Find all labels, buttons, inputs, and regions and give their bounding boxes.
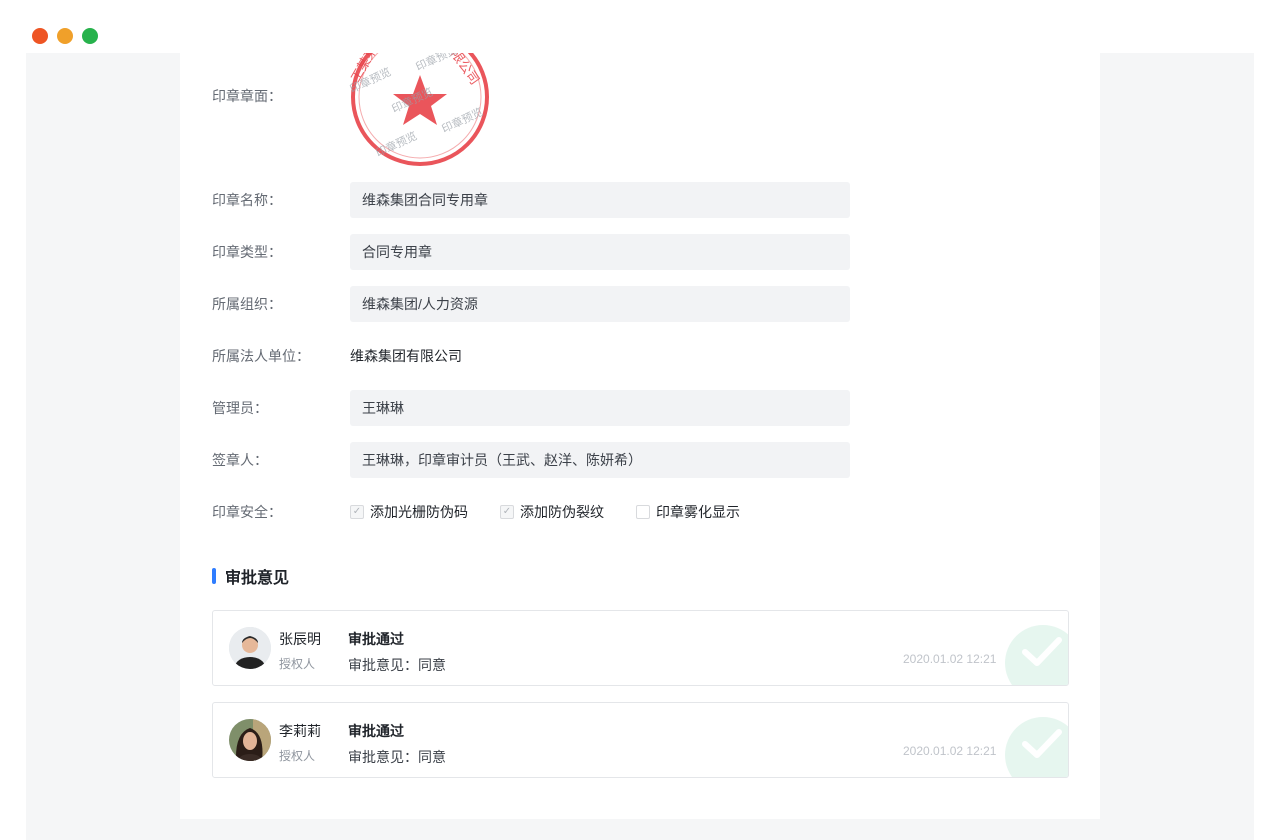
- approver-name: 李莉莉: [279, 723, 321, 739]
- approval-opinion: 审批意见：同意: [348, 749, 446, 765]
- seal-type-field[interactable]: 合同专用章: [350, 234, 850, 270]
- approver-info: 李莉莉 授权人: [279, 721, 321, 764]
- approved-check-icon: [1005, 717, 1068, 777]
- approval-item: 李莉莉 授权人 审批通过 审批意见：同意 2020.01.02 12:21: [212, 702, 1069, 778]
- signers-row: 签章人： 王琳琳，印章审计员（王武、赵洋、陈妍希）: [212, 442, 850, 478]
- approved-check-icon: [1005, 625, 1068, 685]
- legal-unit-value: 维森集团有限公司: [350, 348, 462, 364]
- security-options: ✓ 添加光栅防伪码 ✓ 添加防伪裂纹 印章雾化显示: [350, 502, 740, 522]
- admin-label: 管理员：: [212, 400, 268, 416]
- anti-crack-checkbox[interactable]: ✓ 添加防伪裂纹: [500, 502, 604, 522]
- approval-status: 审批通过: [348, 631, 404, 647]
- approval-result: 审批通过 审批意见：同意: [348, 721, 446, 767]
- grating-code-checkbox[interactable]: ✓ 添加光栅防伪码: [350, 502, 468, 522]
- avatar: [229, 627, 271, 669]
- seal-face-label: 印章章面：: [212, 88, 282, 104]
- minimize-window-button[interactable]: [57, 28, 73, 44]
- svg-text:印章预览: 印章预览: [413, 53, 459, 74]
- approval-opinion: 审批意见：同意: [348, 657, 446, 673]
- grating-code-label: 添加光栅防伪码: [370, 504, 468, 520]
- close-window-button[interactable]: [32, 28, 48, 44]
- seal-face-row: 印章章面：: [212, 86, 350, 106]
- seal-type-label: 印章类型：: [212, 244, 282, 260]
- person-avatar-icon: [229, 627, 271, 669]
- approval-time: 2020.01.02 12:21: [903, 652, 997, 666]
- person-avatar-icon: [229, 719, 271, 761]
- window-controls: [32, 28, 98, 44]
- fog-display-checkbox[interactable]: 印章雾化显示: [636, 502, 740, 522]
- security-row: 印章安全： ✓ 添加光栅防伪码 ✓ 添加防伪裂纹 印章雾化显示: [212, 502, 740, 522]
- checkbox-checked-icon[interactable]: ✓: [500, 505, 514, 519]
- org-field[interactable]: 维森集团/人力资源: [350, 286, 850, 322]
- approval-time: 2020.01.02 12:21: [903, 744, 997, 758]
- approver-role: 授权人: [279, 657, 316, 671]
- legal-unit-row: 所属法人单位： 维森集团有限公司: [212, 346, 462, 366]
- checkbox-unchecked-icon[interactable]: [636, 505, 650, 519]
- org-label: 所属组织：: [212, 296, 282, 312]
- seal-stamp-icon: 工某某 有限公司 印章预览 印章预览 印章预览 印章预览 印章预览: [348, 53, 489, 166]
- legal-unit-label: 所属法人单位：: [212, 348, 310, 364]
- maximize-window-button[interactable]: [82, 28, 98, 44]
- section-accent-bar: [212, 568, 216, 584]
- signers-label: 签章人：: [212, 452, 268, 468]
- org-row: 所属组织： 维森集团/人力资源: [212, 286, 850, 322]
- security-label: 印章安全：: [212, 504, 282, 520]
- approvals-section-title: 审批意见: [212, 564, 289, 588]
- seal-preview-image: 工某某 有限公司 印章预览 印章预览 印章预览 印章预览 印章预览: [348, 53, 492, 167]
- seal-name-field[interactable]: 维森集团合同专用章: [350, 182, 850, 218]
- seal-name-label: 印章名称：: [212, 192, 282, 208]
- approvals-title: 审批意见: [225, 570, 290, 587]
- checkbox-checked-icon[interactable]: ✓: [350, 505, 364, 519]
- approval-result: 审批通过 审批意见：同意: [348, 629, 446, 675]
- seal-type-row: 印章类型： 合同专用章: [212, 234, 850, 270]
- approval-status: 审批通过: [348, 723, 404, 739]
- approval-item: 张辰明 授权人 审批通过 审批意见：同意 2020.01.02 12:21: [212, 610, 1069, 686]
- svg-text:印章预览: 印章预览: [373, 128, 419, 159]
- signers-field[interactable]: 王琳琳，印章审计员（王武、赵洋、陈妍希）: [350, 442, 850, 478]
- seal-name-row: 印章名称： 维森集团合同专用章: [212, 182, 850, 218]
- admin-row: 管理员： 王琳琳: [212, 390, 850, 426]
- fog-display-label: 印章雾化显示: [656, 504, 740, 520]
- anti-crack-label: 添加防伪裂纹: [520, 504, 604, 520]
- approver-role: 授权人: [279, 749, 316, 763]
- approver-name: 张辰明: [279, 631, 321, 647]
- avatar: [229, 719, 271, 761]
- admin-field[interactable]: 王琳琳: [350, 390, 850, 426]
- approver-info: 张辰明 授权人: [279, 629, 321, 672]
